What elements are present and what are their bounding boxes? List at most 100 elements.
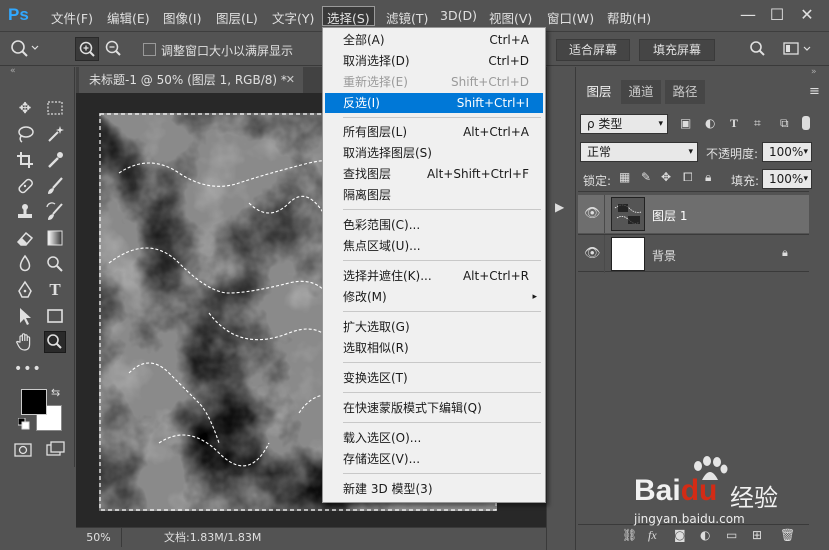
menu-select[interactable]: 选择(S) <box>322 6 375 26</box>
menu-item-reselect[interactable]: 重新选择(E) Shift+Ctrl+D <box>325 72 543 92</box>
menu-item-color-range[interactable]: 色彩范围(C)... <box>325 215 543 235</box>
zoom-tool-preset[interactable] <box>6 36 40 60</box>
layer-row-background[interactable]: 👁︎ 背景 🔒︎ <box>578 234 809 273</box>
menu-item-deselect[interactable]: 取消选择(D) Ctrl+D <box>325 51 543 71</box>
filter-toggle-icon[interactable] <box>802 116 810 130</box>
menu-item-inverse[interactable]: 反选(I) Shift+Ctrl+I <box>325 93 543 113</box>
filter-smart-icon[interactable]: ⧉ <box>780 116 789 131</box>
zoom-out-button[interactable] <box>102 37 126 61</box>
swap-colors-icon[interactable]: ⇆ <box>51 387 63 399</box>
fit-screen-button[interactable]: 适合屏幕 <box>556 39 630 61</box>
menu-3d[interactable]: 3D(D) <box>440 8 477 26</box>
hand-tool-icon[interactable] <box>14 331 36 353</box>
menu-type[interactable]: 文字(Y) <box>272 8 314 26</box>
menu-item-quick-mask[interactable]: 在快速蒙版模式下编辑(Q) <box>325 398 543 418</box>
menu-item-focus-area[interactable]: 焦点区域(U)... <box>325 236 543 256</box>
layer-name[interactable]: 图层 1 <box>652 207 687 224</box>
default-colors-icon[interactable] <box>17 417 30 430</box>
document-tab[interactable]: 未标题-1 @ 50% (图层 1, RGB/8) * ✕ <box>79 67 303 93</box>
zoom-in-button[interactable] <box>75 37 99 61</box>
close-document-icon[interactable]: ✕ <box>286 67 295 93</box>
menu-view[interactable]: 视图(V) <box>489 8 532 26</box>
panel-menu-icon[interactable]: ≡ <box>809 84 820 99</box>
menu-item-similar[interactable]: 选取相似(R) <box>325 338 543 358</box>
menu-item-grow[interactable]: 扩大选取(G) <box>325 317 543 337</box>
visibility-eye-icon[interactable]: 👁︎ <box>584 206 601 222</box>
tab-layers[interactable]: 图层 <box>579 80 619 104</box>
menu-layer[interactable]: 图层(L) <box>216 8 258 26</box>
search-button[interactable] <box>748 39 768 59</box>
menu-edit[interactable]: 编辑(E) <box>107 8 150 26</box>
history-brush-tool-icon[interactable] <box>44 201 66 223</box>
lock-position-icon[interactable]: ✥ <box>661 170 671 184</box>
menu-item-find-layers[interactable]: 查找图层 Alt+Shift+Ctrl+F <box>325 164 543 184</box>
menu-item-load-selection[interactable]: 载入选区(O)... <box>325 428 543 448</box>
zoom-preset-icon <box>11 40 39 57</box>
marquee-tool-icon[interactable] <box>44 97 66 119</box>
zoom-tool-icon[interactable] <box>44 331 66 353</box>
visibility-eye-icon[interactable]: 👁︎ <box>584 246 601 262</box>
tab-channels[interactable]: 通道 <box>621 80 661 104</box>
menu-window[interactable]: 窗口(W) <box>547 8 594 26</box>
lock-pixels-icon[interactable]: ✎ <box>641 170 651 184</box>
panel-collapse-icon[interactable]: » <box>811 67 817 77</box>
lock-all-icon[interactable]: 🔒︎ <box>705 170 711 185</box>
maximize-button[interactable]: ☐ <box>764 4 790 26</box>
menu-item-new-3d-extrusion[interactable]: 新建 3D 模型(3) <box>325 479 543 499</box>
healing-brush-tool-icon[interactable] <box>14 175 36 197</box>
play-action-icon[interactable]: ▶ <box>555 200 569 214</box>
type-tool-icon[interactable]: T <box>44 279 66 301</box>
filter-pixel-icon[interactable]: ▣ <box>680 116 691 130</box>
menu-filter[interactable]: 滤镜(T) <box>386 8 428 26</box>
lasso-tool-icon[interactable] <box>14 123 36 145</box>
eyedropper-tool-icon[interactable] <box>44 149 66 171</box>
screen-mode-icon[interactable] <box>44 439 66 461</box>
brush-tool-icon[interactable] <box>44 175 66 197</box>
fill-screen-button[interactable]: 填充屏幕 <box>639 39 715 61</box>
lock-artboard-icon[interactable]: ⧠ <box>683 170 693 185</box>
move-tool-icon[interactable]: ✥ <box>14 97 36 119</box>
workspace-switcher[interactable] <box>782 39 816 59</box>
menu-item-deselect-layers[interactable]: 取消选择图层(S) <box>325 143 543 163</box>
crop-tool-icon[interactable] <box>14 149 36 171</box>
eraser-tool-icon[interactable] <box>14 227 36 249</box>
blur-tool-icon[interactable] <box>14 253 36 275</box>
menu-file[interactable]: 文件(F) <box>51 8 93 26</box>
lock-transparent-icon[interactable]: ▦ <box>619 170 630 184</box>
menu-item-all-layers[interactable]: 所有图层(L) Alt+Ctrl+A <box>325 122 543 142</box>
clone-stamp-tool-icon[interactable] <box>14 201 36 223</box>
foreground-color-swatch[interactable] <box>21 389 47 415</box>
blend-mode-select[interactable]: 正常 ▾ <box>580 142 698 162</box>
select-menu-dropdown: 全部(A) Ctrl+A 取消选择(D) Ctrl+D 重新选择(E) Shift+C… <box>322 27 546 503</box>
path-selection-tool-icon[interactable] <box>14 305 36 327</box>
rectangle-tool-icon[interactable] <box>44 305 66 327</box>
menu-item-select-and-mask[interactable]: 选择并遮住(K)... Alt+Ctrl+R <box>325 266 543 286</box>
gradient-tool-icon[interactable] <box>44 227 66 249</box>
more-tools-icon[interactable]: ••• <box>14 358 41 380</box>
menu-item-isolate-layers[interactable]: 隔离图层 <box>325 185 543 205</box>
toolbox-collapse-icon[interactable]: « <box>7 67 75 76</box>
menu-item-transform-selection[interactable]: 变换选区(T) <box>325 368 543 388</box>
opacity-input[interactable]: 100% ▾ <box>762 142 812 162</box>
menu-item-save-selection[interactable]: 存储选区(V)... <box>325 449 543 469</box>
layer-name[interactable]: 背景 <box>652 247 676 264</box>
pen-tool-icon[interactable] <box>14 279 36 301</box>
dodge-tool-icon[interactable] <box>44 253 66 275</box>
tab-paths[interactable]: 路径 <box>665 80 705 104</box>
quick-mask-icon[interactable] <box>12 439 34 461</box>
menu-item-select-all[interactable]: 全部(A) Ctrl+A <box>325 30 543 50</box>
menu-item-modify[interactable]: 修改(M) ▸ <box>325 287 543 307</box>
fill-input[interactable]: 100% ▾ <box>762 169 812 189</box>
zoom-level[interactable]: 50% <box>76 528 122 547</box>
menu-image[interactable]: 图像(I) <box>163 8 201 26</box>
layer-filter-select[interactable]: ρ 类型 ▾ <box>580 114 668 134</box>
layer-row-layer1[interactable]: 👁︎ 图层 1 <box>578 195 809 233</box>
filter-type-icon[interactable]: T <box>730 116 738 131</box>
magic-wand-tool-icon[interactable] <box>44 123 66 145</box>
close-button[interactable]: ✕ <box>794 4 820 26</box>
minimize-button[interactable]: — <box>735 4 761 26</box>
menu-help[interactable]: 帮助(H) <box>607 8 651 26</box>
filter-shape-icon[interactable]: ⌗ <box>754 116 761 131</box>
filter-adjustment-icon[interactable]: ◐ <box>705 116 715 130</box>
resize-window-checkbox[interactable] <box>143 43 156 56</box>
